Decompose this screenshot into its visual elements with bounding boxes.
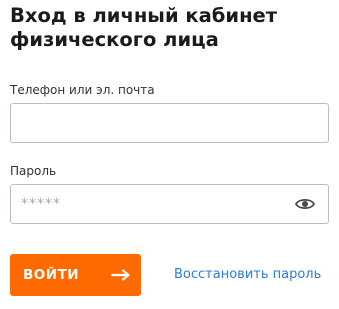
- password-label: Пароль: [10, 164, 57, 178]
- restore-password-link[interactable]: Восстановить пароль: [174, 267, 321, 283]
- show-password-button[interactable]: [293, 193, 317, 215]
- phone-or-email-input[interactable]: [10, 103, 329, 143]
- phone-label: Телефон или эл. почта: [10, 83, 155, 97]
- login-button-label: ВОЙТИ: [23, 267, 80, 283]
- password-input[interactable]: [10, 184, 329, 224]
- page-title: Вход в личный кабинет физического лица: [10, 4, 278, 51]
- arrow-right-icon: [111, 269, 130, 281]
- login-button[interactable]: ВОЙТИ: [10, 254, 141, 296]
- eye-icon: [295, 198, 315, 210]
